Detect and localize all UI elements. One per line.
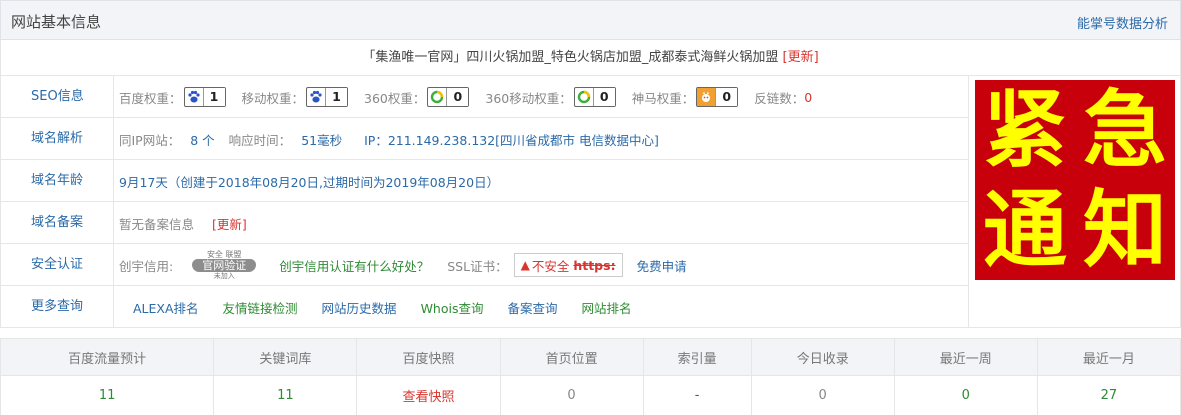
- backlinks-value[interactable]: 0: [804, 90, 812, 105]
- baidu-paw-icon: [185, 88, 203, 106]
- official-verify-seal[interactable]: 安全 联盟 官网验证 未加入: [177, 250, 271, 280]
- urgent-notice-banner[interactable]: 紧 急 通 知: [975, 80, 1175, 280]
- s360-weight-label: 360权重：: [364, 90, 426, 106]
- stats-header-row: 百度流量预计 关键词库 百度快照 首页位置 索引量 今日收录 最近一周 最近一月: [0, 338, 1181, 376]
- keyword-count-value[interactable]: 11: [213, 375, 358, 415]
- mobile-weight-label: 移动权重：: [241, 90, 305, 106]
- site-history-link[interactable]: 网站历史数据: [322, 298, 397, 317]
- stats-header: 索引量: [642, 338, 752, 376]
- seal-main-text: 官网验证: [192, 259, 257, 272]
- baidu-paw-icon: [307, 88, 325, 106]
- info-table: SEO信息 百度权重： 1 移动权重： 1 360权重： 0 360移动权重： …: [0, 76, 969, 328]
- icp-value: 暂无备案信息: [119, 216, 195, 232]
- response-time-value: 51毫秒: [301, 132, 343, 148]
- today-indexed-value: 0: [750, 375, 895, 415]
- baidu-traffic-value[interactable]: 11: [0, 375, 215, 415]
- notice-char-4: 知: [1082, 181, 1167, 279]
- security-row: 安全认证 创宇信用: 安全 联盟 官网验证 未加入 创宇信用认证有什么好处？ S…: [0, 244, 969, 286]
- backlinks-label: 反链数：: [754, 90, 805, 106]
- last-month-value[interactable]: 27: [1036, 375, 1181, 415]
- credit-label: 创宇信用:: [119, 258, 174, 274]
- icp-update-link[interactable]: [更新]: [212, 214, 247, 233]
- stats-header: 最近一周: [893, 338, 1038, 376]
- response-time-label: 响应时间：: [228, 132, 292, 148]
- s360-mobile-weight-value: 0: [592, 88, 615, 106]
- stats-header: 最近一月: [1036, 338, 1181, 376]
- ssl-https-text: https:: [573, 257, 616, 273]
- notice-char-3: 通: [982, 181, 1067, 279]
- site-title-update-link[interactable]: [更新]: [783, 50, 819, 65]
- shenma-weight-label: 神马权重：: [631, 90, 695, 106]
- same-ip-value[interactable]: 8 个: [190, 130, 214, 149]
- site-title-row: 「集渔唯一官网」四川火锅加盟_特色火锅店加盟_成都泰式海鲜火锅加盟 [更新]: [0, 40, 1181, 76]
- stats-table: 百度流量预计 关键词库 百度快照 首页位置 索引量 今日收录 最近一周 最近一月…: [0, 338, 1181, 415]
- warning-icon: ▲: [520, 258, 530, 272]
- view-snapshot-link[interactable]: 查看快照: [356, 375, 501, 415]
- page-title: 网站基本信息: [11, 13, 102, 31]
- index-count-value: -: [642, 375, 752, 415]
- domain-age-row: 域名年龄 9月17天（创建于2018年08月20日,过期时间为2019年08月2…: [0, 160, 969, 202]
- last-week-value[interactable]: 0: [893, 375, 1038, 415]
- baidu-weight-label: 百度权重：: [119, 90, 182, 106]
- icp-query-link[interactable]: 备案查询: [507, 298, 557, 317]
- more-queries-label: 更多查询: [1, 286, 114, 328]
- stats-header: 今日收录: [750, 338, 895, 376]
- s360-weight-value: 0: [446, 88, 469, 106]
- alexa-rank-link[interactable]: ALEXA排名: [133, 298, 199, 317]
- credit-benefit-link[interactable]: 创宇信用认证有什么好处？: [279, 256, 429, 275]
- home-position-value: 0: [499, 375, 644, 415]
- ssl-status-badge[interactable]: ▲ 不安全 https:: [513, 253, 623, 277]
- mobile-weight-value: 1: [325, 88, 348, 106]
- stats-header: 首页位置: [499, 338, 644, 376]
- s360-mobile-weight-badge[interactable]: 0: [573, 87, 616, 107]
- shenma-weight-badge[interactable]: 0: [696, 87, 739, 107]
- site-title: 「集渔唯一官网」四川火锅加盟_特色火锅店加盟_成都泰式海鲜火锅加盟: [362, 50, 779, 65]
- ip-info[interactable]: IP：211.149.238.132[四川省成都市 电信数据中心]: [364, 130, 659, 149]
- mobile-data-analysis-link[interactable]: 能掌号数据分析: [1077, 13, 1168, 32]
- ssl-status-text: 不安全: [531, 258, 570, 274]
- baidu-weight-badge[interactable]: 1: [183, 87, 226, 107]
- seo-row: SEO信息 百度权重： 1 移动权重： 1 360权重： 0 360移动权重： …: [0, 76, 969, 118]
- baidu-weight-value: 1: [202, 88, 225, 106]
- seo-label: SEO信息: [1, 76, 114, 118]
- friend-link-check-link[interactable]: 友情链接检测: [223, 298, 298, 317]
- same-ip-label: 同IP网站：: [119, 132, 181, 148]
- icp-row: 域名备案 暂无备案信息 [更新]: [0, 202, 969, 244]
- seal-bottom-text: 未加入: [213, 272, 235, 280]
- more-queries-row: 更多查询 ALEXA排名 友情链接检测 网站历史数据 Whois查询 备案查询 …: [0, 286, 969, 328]
- icp-label: 域名备案: [1, 202, 114, 244]
- seal-top-text: 安全 联盟: [206, 250, 242, 259]
- s360-mobile-weight-label: 360移动权重：: [485, 90, 572, 106]
- stats-header: 百度流量预计: [0, 338, 215, 376]
- notice-char-1: 紧: [982, 81, 1067, 179]
- mobile-weight-badge[interactable]: 1: [306, 87, 349, 107]
- shenma-weight-value: 0: [715, 88, 738, 106]
- dns-row: 域名解析 同IP网站： 8 个 响应时间： 51毫秒 IP：211.149.23…: [0, 118, 969, 160]
- domain-age-value: 9月17天（创建于2018年08月20日,过期时间为2019年08月20日）: [119, 174, 500, 190]
- site-rank-link[interactable]: 网站排名: [582, 298, 632, 317]
- stats-value-row: 11 11 查看快照 0 - 0 0 27: [0, 375, 1181, 415]
- stats-header: 百度快照: [356, 338, 501, 376]
- shenma-horse-icon: [697, 88, 716, 106]
- ssl-label: SSL证书：: [447, 258, 508, 274]
- domain-age-label: 域名年龄: [1, 160, 114, 202]
- notice-char-2: 急: [1082, 81, 1167, 179]
- s360-ring-icon: [575, 88, 593, 106]
- security-label: 安全认证: [1, 244, 114, 286]
- s360-ring-icon: [428, 88, 446, 106]
- whois-link[interactable]: Whois查询: [421, 298, 484, 317]
- stats-header: 关键词库: [213, 338, 358, 376]
- dns-label: 域名解析: [1, 118, 114, 160]
- page-header: 网站基本信息 能掌号数据分析: [0, 0, 1181, 40]
- ssl-apply-link[interactable]: 免费申请: [637, 256, 687, 275]
- s360-weight-badge[interactable]: 0: [427, 87, 470, 107]
